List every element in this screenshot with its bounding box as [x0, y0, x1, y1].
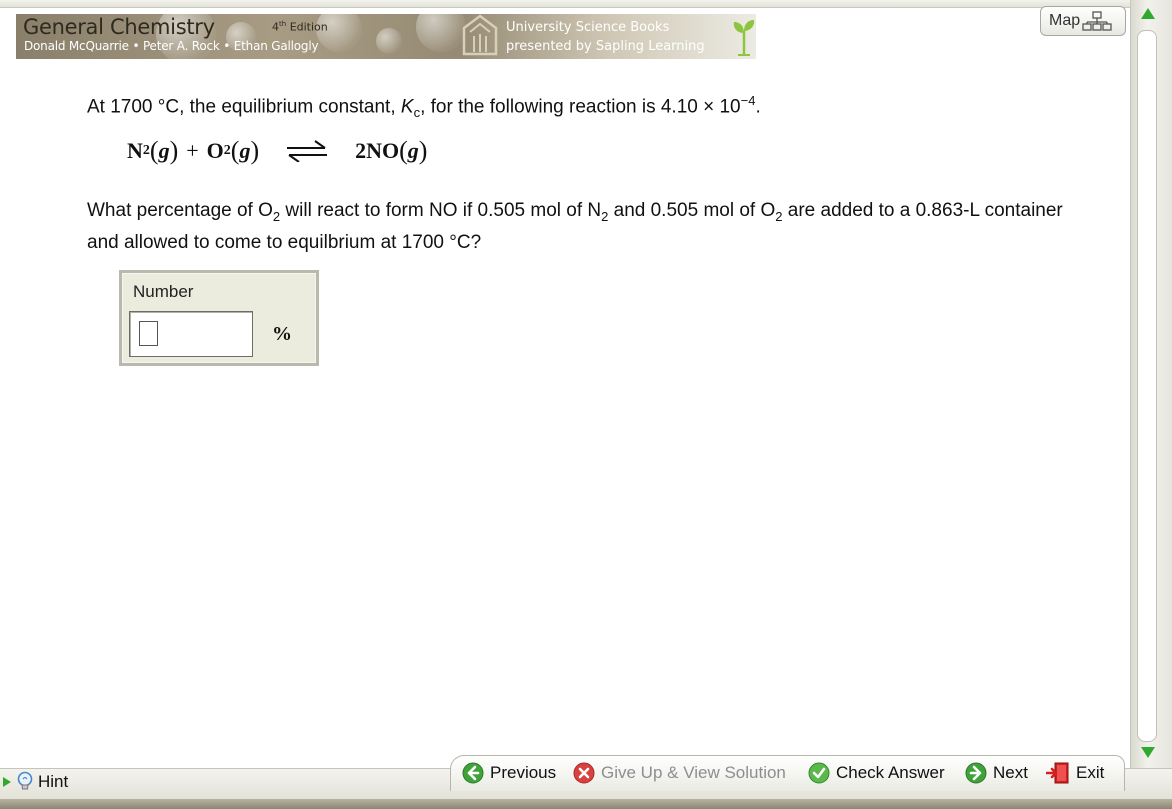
answer-unit: % — [272, 323, 292, 345]
next-arrow-icon — [965, 762, 987, 784]
scrollbar-track[interactable] — [1137, 30, 1157, 742]
window-top-frame — [0, 0, 1172, 8]
previous-arrow-icon — [462, 762, 484, 784]
map-button[interactable]: Map — [1040, 6, 1126, 36]
next-label: Next — [993, 763, 1028, 782]
next-button[interactable]: Next — [965, 760, 1028, 786]
exit-door-icon — [1046, 762, 1069, 784]
map-button-label: Map — [1049, 12, 1081, 29]
play-arrow-icon — [3, 777, 11, 787]
publisher-name: University Science Books — [506, 20, 670, 35]
check-answer-label: Check Answer — [836, 763, 945, 782]
answer-number-input[interactable] — [129, 311, 253, 357]
scroll-down-arrow-icon[interactable] — [1140, 744, 1156, 760]
problem-question: What percentage of O2 will react to form… — [87, 200, 1063, 253]
scroll-up-arrow-icon[interactable] — [1140, 6, 1156, 22]
give-up-view-solution-button[interactable]: Give Up & View Solution — [573, 760, 786, 786]
lightbulb-icon — [17, 771, 33, 790]
banner-bubble-decoration — [376, 28, 402, 54]
hint-label: Hint — [38, 772, 69, 791]
banner-title: General Chemistry — [23, 15, 215, 39]
check-icon — [808, 762, 830, 784]
problem-intro: At 1700 °C, the equilibrium constant, Kc… — [87, 93, 761, 121]
check-answer-button[interactable]: Check Answer — [808, 760, 945, 786]
answer-panel: Number % — [119, 270, 319, 366]
answer-label: Number — [133, 282, 194, 301]
bottom-frame-edge — [0, 799, 1172, 809]
banner-publisher: University Science Books presented by Sa… — [506, 18, 705, 56]
previous-button[interactable]: Previous — [462, 760, 556, 786]
sitemap-icon — [1082, 11, 1112, 31]
publisher-credit: presented by Sapling Learning — [506, 39, 705, 54]
hint-button[interactable]: Hint — [2, 770, 68, 794]
course-banner: General Chemistry 4th Edition Donald McQ… — [16, 14, 756, 59]
give-up-x-icon — [573, 762, 595, 784]
give-up-label: Give Up & View Solution — [601, 763, 786, 782]
banner-edition: 4th Edition — [272, 20, 328, 34]
banner-bubble-decoration — [416, 14, 466, 52]
exit-button[interactable]: Exit — [1046, 760, 1104, 786]
exit-label: Exit — [1076, 763, 1105, 782]
equilibrium-arrows-icon — [287, 140, 328, 162]
sapling-sprout-icon — [733, 20, 755, 56]
previous-label: Previous — [490, 763, 557, 782]
university-science-books-logo-icon — [462, 14, 498, 56]
chemical-equation: N 2(g) + O 2(g) 2NO(g) — [127, 136, 428, 165]
banner-authors: Donald McQuarrie • Peter A. Rock • Ethan… — [24, 39, 319, 53]
